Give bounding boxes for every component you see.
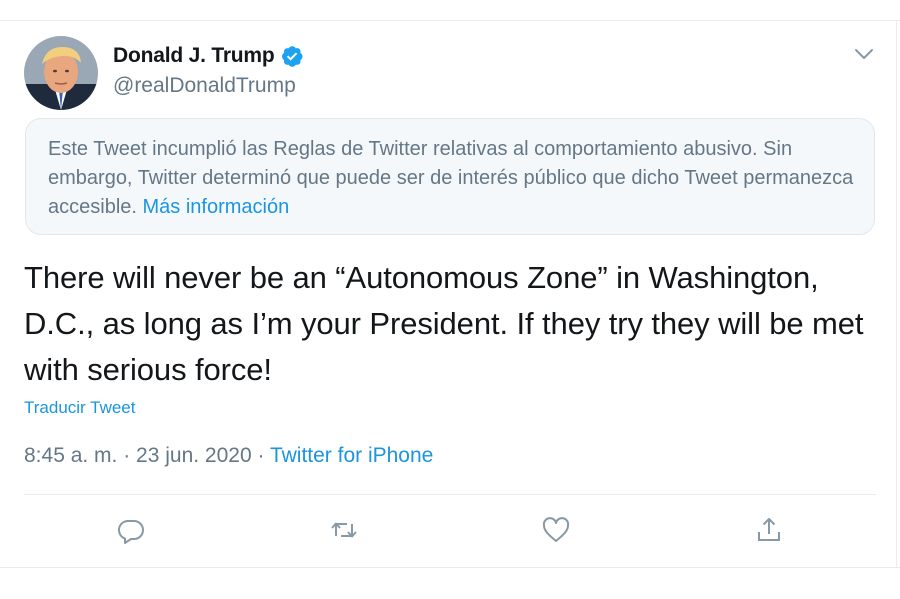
name-row: Donald J. Trump	[113, 44, 304, 68]
right-border	[896, 20, 897, 568]
like-icon	[542, 517, 570, 542]
avatar-image	[24, 36, 98, 110]
timestamp[interactable]: 8:45 a. m. · 23 jun. 2020 ·	[24, 444, 270, 467]
source-link[interactable]: Twitter for iPhone	[270, 444, 433, 467]
retweet-button[interactable]	[329, 515, 359, 545]
policy-notice-text: Este Tweet incumplió las Reglas de Twitt…	[48, 135, 858, 222]
top-border	[0, 20, 900, 21]
retweet-icon	[331, 522, 357, 538]
chevron-down-icon[interactable]	[852, 44, 876, 64]
avatar[interactable]	[24, 36, 98, 110]
share-icon	[758, 518, 780, 541]
policy-notice: Este Tweet incumplió las Reglas de Twitt…	[25, 118, 875, 235]
actions-divider	[24, 494, 876, 495]
verified-badge-icon	[280, 44, 304, 68]
translate-tweet-link[interactable]: Traducir Tweet	[24, 398, 136, 418]
share-button[interactable]	[754, 515, 784, 545]
tweet-text: There will never be an “Autonomous Zone”…	[24, 260, 864, 387]
more-info-link[interactable]: Más información	[143, 196, 290, 218]
handle[interactable]: @realDonaldTrump	[113, 74, 296, 98]
like-button[interactable]	[541, 515, 571, 545]
reply-button[interactable]	[116, 515, 146, 545]
tweet-meta: 8:45 a. m. · 23 jun. 2020 · Twitter for …	[24, 444, 433, 468]
bottom-border	[0, 567, 900, 568]
reply-icon	[117, 519, 144, 544]
display-name[interactable]: Donald J. Trump	[113, 44, 275, 68]
